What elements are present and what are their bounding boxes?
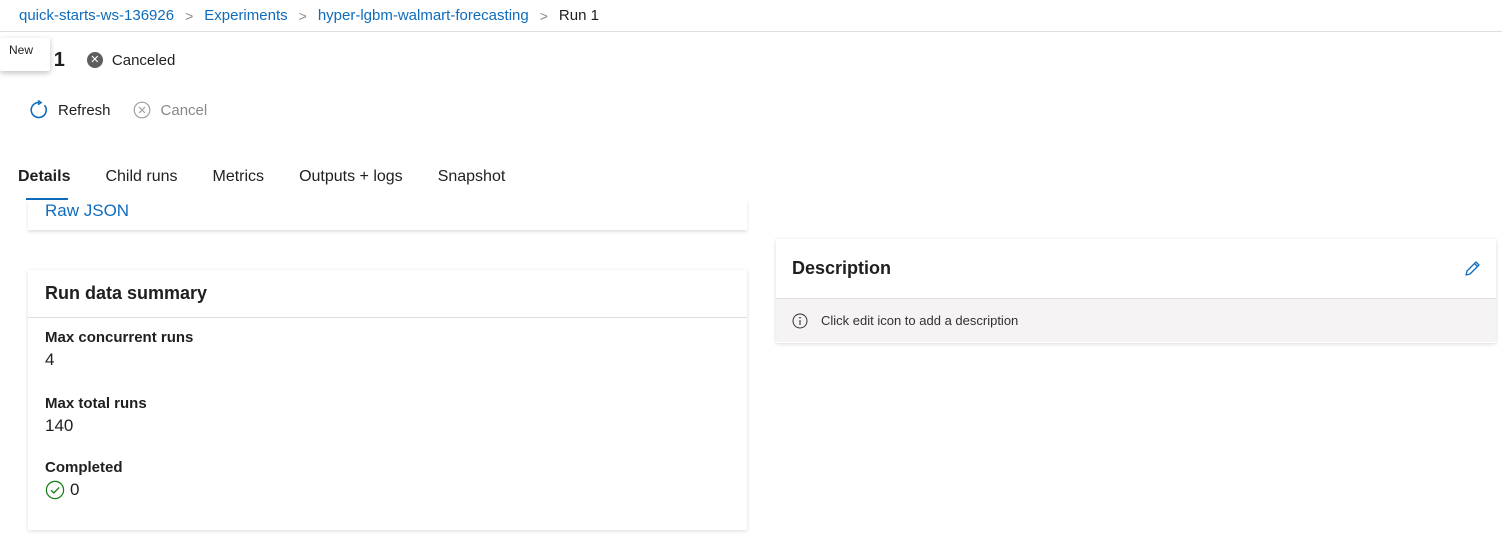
x-circle-icon: ✕	[86, 52, 103, 68]
tab-outputs-logs[interactable]: Outputs + logs	[299, 166, 403, 200]
cancel-label: Cancel	[160, 101, 208, 119]
breadcrumb-experiment-link[interactable]: hyper-lgbm-walmart-forecasting	[318, 7, 529, 24]
pencil-icon[interactable]	[1460, 257, 1484, 281]
description-placeholder-row: Click edit icon to add a description	[776, 299, 1496, 342]
description-title: Description	[792, 258, 892, 278]
description-placeholder: Click edit icon to add a description	[821, 313, 1019, 328]
field-value: 140	[45, 416, 74, 435]
new-tooltip: New	[0, 38, 50, 71]
breadcrumb-separator: >	[185, 7, 194, 24]
run-data-summary-card: Run data summary Max concurrent runs 4 M…	[28, 270, 747, 530]
completed-count: 0	[70, 480, 80, 499]
check-circle-icon	[45, 480, 65, 500]
refresh-label: Refresh	[58, 101, 111, 119]
cancel-icon	[131, 99, 153, 121]
info-icon	[792, 313, 808, 329]
refresh-icon	[28, 99, 50, 121]
field-max-total-runs: Max total runs 140	[28, 395, 147, 436]
raw-json-link[interactable]: Raw JSON	[45, 201, 129, 221]
breadcrumb-experiments-link[interactable]: Experiments	[204, 7, 287, 24]
field-label: Max total runs	[45, 395, 147, 412]
tab-child-runs[interactable]: Child runs	[105, 166, 177, 200]
breadcrumb: quick-starts-ws-136926 > Experiments > h…	[0, 0, 1502, 32]
cancel-button[interactable]: Cancel	[131, 99, 208, 121]
field-label: Max concurrent runs	[45, 329, 194, 346]
field-value-row: 0	[45, 480, 123, 500]
description-header: Description	[776, 239, 1496, 299]
tab-bar: Details Child runs Metrics Outputs + log…	[18, 166, 540, 200]
tab-details[interactable]: Details	[18, 166, 70, 200]
tab-metrics[interactable]: Metrics	[213, 166, 265, 200]
breadcrumb-separator: >	[539, 7, 548, 24]
toolbar: Refresh Cancel	[28, 99, 227, 121]
breadcrumb-separator: >	[298, 7, 307, 24]
description-card: Description Click edit icon to add a des…	[776, 239, 1496, 343]
refresh-button[interactable]: Refresh	[28, 99, 111, 121]
tab-snapshot[interactable]: Snapshot	[438, 166, 506, 200]
properties-card: Raw JSON	[28, 200, 747, 230]
status-label: Canceled	[111, 51, 176, 69]
field-max-concurrent-runs: Max concurrent runs 4	[28, 329, 193, 370]
field-value: 4	[45, 350, 55, 369]
run-data-summary-title: Run data summary	[28, 270, 747, 318]
status-badge: ✕ Canceled	[86, 51, 176, 69]
field-label: Completed	[45, 459, 123, 476]
field-completed: Completed 0	[28, 459, 123, 500]
breadcrumb-workspace-link[interactable]: quick-starts-ws-136926	[19, 7, 174, 24]
breadcrumb-current: Run 1	[558, 7, 599, 24]
